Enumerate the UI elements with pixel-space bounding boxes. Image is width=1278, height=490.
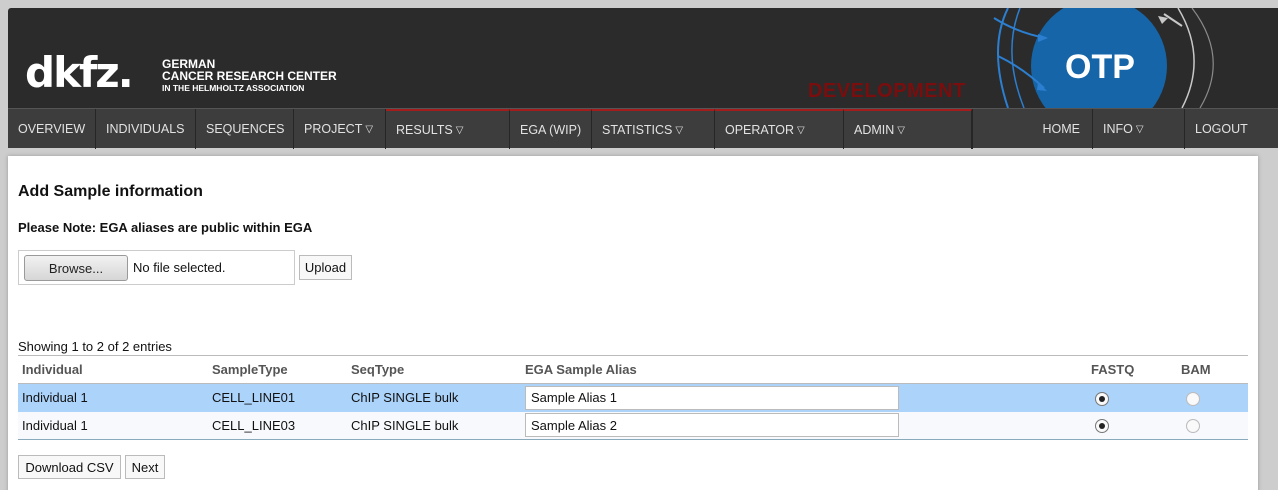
cell-seq-type: ChIP SINGLE bulk [351,390,459,406]
column-header-sample-type[interactable]: SampleType [208,355,347,384]
column-header-ega-sample-alias[interactable]: EGA Sample Alias [521,355,1087,384]
cell-individual: Individual 1 [22,417,88,433]
bam-radio[interactable] [1186,391,1200,406]
nav-project[interactable]: PROJECT ▽ [294,109,386,149]
chevron-down-icon: ▽ [455,124,464,136]
nav-results-label: RESULTS [396,123,453,137]
nav-individuals[interactable]: INDIVIDUALS [96,109,196,149]
dkfz-logo: dkfz. [25,48,134,97]
dkfz-logo-text: GERMAN CANCER RESEARCH CENTER IN THE HEL… [162,58,337,94]
otp-logo: OTP [1065,47,1135,86]
nav-sequences-label: SEQUENCES [206,122,285,136]
download-csv-button[interactable]: Download CSV [18,455,121,479]
chevron-down-icon: ▽ [797,124,805,136]
cell-seq-type: ChIP SINGLE bulk [351,417,459,433]
cell-individual: Individual 1 [22,390,88,406]
entries-info: Showing 1 to 2 of 2 entries [18,339,172,354]
column-header-bam[interactable]: BAM [1177,355,1248,384]
nav-operator-label: OPERATOR [725,123,794,137]
column-header-individual[interactable]: Individual [18,355,208,384]
nav-statistics-label: STATISTICS [602,123,673,137]
logo-line-2: CANCER RESEARCH CENTER [162,69,337,83]
cell-fastq [1087,384,1177,412]
environment-label: DEVELOPMENT [808,80,966,102]
header-banner: dkfz. GERMAN CANCER RESEARCH CENTER IN T… [8,8,1278,108]
main-content: Add Sample information Please Note: EGA … [8,156,1258,490]
ega-alias-note: Please Note: EGA aliases are public with… [18,220,313,235]
file-status-label: No file selected. [133,260,226,275]
file-upload-field: Browse... No file selected. [18,250,295,285]
nav-overview[interactable]: OVERVIEW [8,109,96,149]
chevron-down-icon: ▽ [365,123,374,135]
fastq-radio[interactable] [1095,391,1109,406]
sample-alias-input[interactable] [525,413,899,438]
cell-sample-type: CELL_LINE01 [212,390,296,406]
nav-home-label: HOME [1042,122,1081,136]
nav-home[interactable]: HOME [972,109,1093,149]
next-button[interactable]: Next [125,455,165,479]
nav-individuals-label: INDIVIDUALS [106,122,185,136]
sample-alias-input[interactable] [525,385,899,410]
nav-info-label: INFO [1103,122,1133,136]
nav-ega[interactable]: EGA (WIP) [510,109,592,149]
cell-sample-type: CELL_LINE03 [212,417,296,433]
cell-fastq [1087,412,1177,440]
nav-ega-label: EGA (WIP) [520,123,582,137]
main-navigation: OVERVIEW INDIVIDUALS SEQUENCES PROJECT ▽ … [8,108,1278,149]
table-header-row: Individual SampleType SeqType EGA Sample… [18,355,1248,384]
nav-overview-label: OVERVIEW [18,122,86,136]
column-header-seq-type[interactable]: SeqType [347,355,521,384]
nav-admin-label: ADMIN [854,123,895,137]
cell-alias [521,384,1087,412]
nav-statistics[interactable]: STATISTICS ▽ [592,109,715,149]
bam-radio[interactable] [1186,419,1200,434]
page-title: Add Sample information [18,183,203,200]
chevron-down-icon: ▽ [675,124,684,136]
table-row[interactable]: Individual 1 CELL_LINE01 ChIP SINGLE bul… [18,383,1248,412]
fastq-radio[interactable] [1095,419,1109,434]
sample-alias-table: Individual SampleType SeqType EGA Sample… [18,355,1248,440]
nav-operator[interactable]: OPERATOR ▽ [715,109,844,149]
nav-project-label: PROJECT [304,122,363,136]
cell-bam [1177,384,1248,412]
logo-line-3: IN THE HELMHOLTZ ASSOCIATION [162,83,305,93]
nav-sequences[interactable]: SEQUENCES [196,109,294,149]
nav-results[interactable]: RESULTS ▽ [386,109,510,149]
nav-logout-label: LOGOUT [1195,122,1248,136]
nav-admin[interactable]: ADMIN ▽ [844,109,972,149]
upload-button[interactable]: Upload [299,255,352,280]
browse-button[interactable]: Browse... [24,255,128,281]
nav-logout[interactable]: LOGOUT [1185,109,1278,149]
chevron-down-icon: ▽ [1135,123,1144,135]
chevron-down-icon: ▽ [897,124,905,136]
cell-bam [1177,412,1248,440]
column-header-fastq[interactable]: FASTQ [1087,355,1177,384]
cell-alias [521,412,1087,440]
nav-info[interactable]: INFO ▽ [1093,109,1185,149]
table-row[interactable]: Individual 1 CELL_LINE03 ChIP SINGLE bul… [18,411,1248,440]
